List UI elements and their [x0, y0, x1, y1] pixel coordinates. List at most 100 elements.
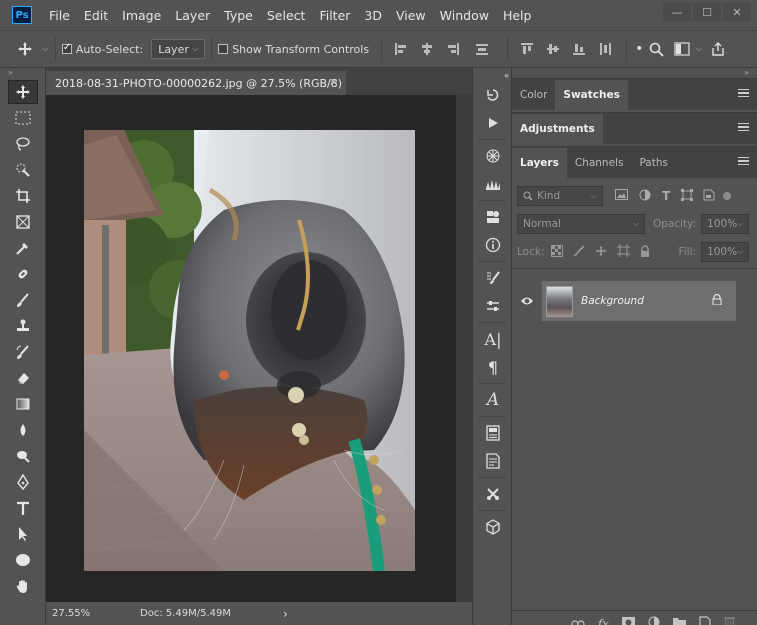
lock-artboard-icon[interactable] — [617, 244, 631, 260]
share-icon[interactable] — [710, 41, 726, 57]
healing-brush-tool[interactable] — [8, 262, 38, 286]
tool-preset-chevron-icon[interactable]: ⌵ — [42, 44, 49, 54]
zoom-level[interactable]: 27.55% — [52, 608, 102, 619]
blend-mode-dropdown[interactable]: Normal ⌵ — [517, 214, 645, 234]
filter-shape-icon[interactable] — [681, 188, 694, 204]
history-icon[interactable] — [473, 82, 513, 108]
canvas-area[interactable] — [46, 95, 456, 602]
align-right-icon[interactable] — [445, 41, 461, 57]
libraries-icon[interactable] — [473, 204, 513, 230]
character-icon[interactable]: A| — [473, 326, 513, 352]
minimize-button[interactable]: — — [663, 3, 691, 21]
tab-adjustments[interactable]: Adjustments — [512, 114, 603, 144]
brush-settings-icon[interactable] — [473, 143, 513, 169]
filter-toggle-icon[interactable] — [723, 192, 732, 200]
fill-input[interactable]: 100% ⌵ — [701, 242, 750, 262]
search-icon[interactable] — [649, 42, 664, 57]
align-bottom-icon[interactable] — [571, 41, 587, 57]
lock-all-icon[interactable] — [640, 244, 650, 260]
tab-channels[interactable]: Channels — [567, 148, 632, 178]
link-icon[interactable] — [571, 617, 585, 625]
new-layer-icon[interactable] — [699, 616, 711, 625]
menu-file[interactable]: File — [42, 8, 77, 23]
lock-transparent-pixels-icon[interactable] — [551, 244, 564, 260]
vertical-scrollbar[interactable] — [456, 95, 472, 602]
type-tool[interactable] — [8, 496, 38, 520]
menu-type[interactable]: Type — [217, 8, 260, 23]
menu-image[interactable]: Image — [115, 8, 168, 23]
clone-stamp-tool[interactable] — [8, 314, 38, 338]
auto-select-checkbox-box[interactable] — [61, 42, 72, 54]
move-tool[interactable] — [8, 80, 38, 104]
photo-canvas[interactable] — [84, 130, 415, 571]
group-folder-icon[interactable] — [673, 617, 686, 625]
workspace-icon[interactable] — [674, 42, 690, 56]
menu-filter[interactable]: Filter — [312, 8, 357, 23]
history-brush-tool[interactable] — [8, 340, 38, 364]
maximize-button[interactable]: ☐ — [693, 3, 721, 21]
menu-window[interactable]: Window — [433, 8, 496, 23]
layer-row[interactable]: Background — [542, 281, 736, 321]
menu-select[interactable]: Select — [260, 8, 313, 23]
menu-help[interactable]: Help — [496, 8, 539, 23]
trash-icon[interactable] — [724, 616, 735, 625]
tool-presets-icon[interactable] — [473, 481, 513, 507]
pen-tool[interactable] — [8, 470, 38, 494]
more-options-icon[interactable]: • — [635, 41, 643, 57]
ellipse-tool[interactable] — [8, 548, 38, 572]
menu-layer[interactable]: Layer — [168, 8, 217, 23]
panel-collapse-icon[interactable]: « — [473, 70, 513, 80]
properties-icon[interactable] — [473, 293, 513, 319]
close-button[interactable]: ✕ — [723, 3, 751, 21]
glyphs-icon[interactable]: A — [473, 387, 513, 413]
dodge-tool[interactable] — [8, 444, 38, 468]
filter-adjustment-icon[interactable] — [639, 189, 651, 204]
character-styles-icon[interactable] — [473, 420, 513, 446]
marquee-tool[interactable] — [8, 106, 38, 130]
quick-selection-tool[interactable] — [8, 158, 38, 182]
crop-tool[interactable] — [8, 184, 38, 208]
show-transform-checkbox[interactable]: Show Transform Controls — [218, 43, 369, 56]
adjustment-icon[interactable] — [648, 616, 660, 625]
paragraph-icon[interactable]: ¶ — [473, 354, 513, 380]
brushes-icon[interactable] — [473, 171, 513, 197]
show-transform-checkbox-box[interactable] — [218, 44, 229, 54]
tab-paths[interactable]: Paths — [631, 148, 676, 178]
tab-swatches[interactable]: Swatches — [555, 80, 628, 110]
paragraph-styles-icon[interactable] — [473, 448, 513, 474]
panel-menu-icon[interactable] — [738, 157, 749, 165]
menu-edit[interactable]: Edit — [77, 8, 115, 23]
gradient-tool[interactable] — [8, 392, 38, 416]
move-tool-icon[interactable] — [10, 38, 40, 60]
distribute-vertical-icon[interactable] — [597, 41, 613, 57]
brush-tool[interactable] — [8, 288, 38, 312]
path-selection-tool[interactable] — [8, 522, 38, 546]
auto-select-checkbox[interactable]: Auto-Select: — [61, 42, 143, 56]
lasso-tool[interactable] — [8, 132, 38, 156]
panel-collapse-icon[interactable]: » — [0, 68, 45, 78]
tab-color[interactable]: Color — [512, 80, 555, 110]
lock-position-icon[interactable] — [595, 245, 607, 260]
align-vertical-center-icon[interactable] — [545, 41, 561, 57]
filter-smart-object-icon[interactable] — [703, 189, 715, 204]
fx-icon[interactable]: fx — [598, 617, 609, 625]
status-menu-arrow-icon[interactable]: › — [283, 607, 288, 621]
document-tab[interactable]: 2018-08-31-PHOTO-00000262.jpg @ 27.5% (R… — [46, 71, 346, 95]
hand-tool[interactable] — [8, 574, 38, 598]
mask-icon[interactable] — [622, 616, 635, 625]
layer-visibility-eye-icon[interactable] — [512, 296, 542, 306]
panel-collapse-icon[interactable]: » — [512, 68, 757, 78]
3d-icon[interactable] — [473, 514, 513, 540]
panel-menu-icon[interactable] — [738, 89, 749, 97]
opacity-input[interactable]: 100% ⌵ — [701, 214, 750, 234]
workspace-chevron-icon[interactable]: ⌵ — [695, 44, 702, 54]
tab-layers[interactable]: Layers — [512, 148, 567, 178]
eraser-tool[interactable] — [8, 366, 38, 390]
close-tab-icon[interactable]: × — [329, 75, 338, 88]
distribute-icon[interactable] — [474, 41, 490, 57]
panel-menu-icon[interactable] — [738, 123, 749, 131]
filter-type-icon[interactable]: T — [662, 189, 670, 203]
brush-presets-icon[interactable] — [473, 265, 513, 291]
info-icon[interactable] — [473, 232, 513, 258]
align-left-icon[interactable] — [393, 41, 409, 57]
